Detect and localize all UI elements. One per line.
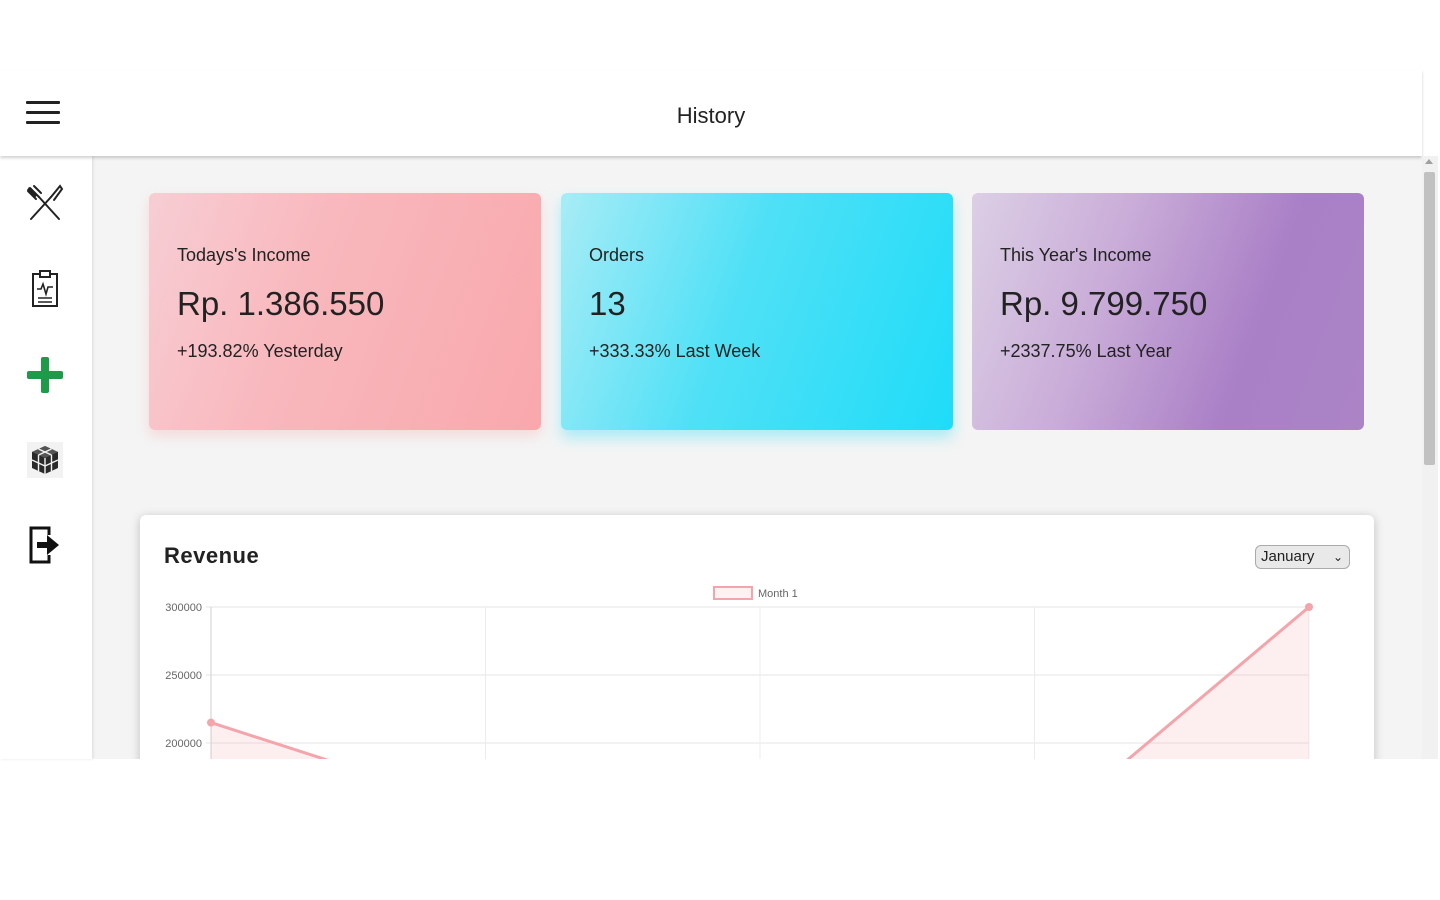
scrollbar-thumb[interactable] <box>1424 172 1435 465</box>
plus-icon[interactable] <box>24 354 66 396</box>
card-delta: +193.82% Yesterday <box>177 341 343 361</box>
boxes-icon[interactable] <box>24 439 66 481</box>
fork-knife-icon[interactable] <box>24 182 66 224</box>
logout-icon[interactable] <box>24 524 66 566</box>
card-value: Rp. 9.799.750 <box>1000 285 1208 322</box>
card-label: This Year's Income <box>1000 245 1152 265</box>
card-label: Orders <box>589 245 645 265</box>
clipboard-chart-icon[interactable] <box>24 268 66 310</box>
y-tick-label: 250000 <box>165 670 202 682</box>
yearly-income-card: This Year's Income Rp. 9.799.750 +2337.7… <box>972 193 1364 430</box>
orders-card: Orders 13 +333.33% Last Week <box>561 193 953 430</box>
sidebar <box>0 156 92 759</box>
y-tick-label: 200000 <box>165 738 202 750</box>
y-tick-label: 300000 <box>165 602 202 614</box>
data-point <box>207 718 215 727</box>
vertical-scrollbar[interactable] <box>1422 156 1438 759</box>
page-title: History <box>676 103 746 128</box>
card-value: Rp. 1.386.550 <box>177 285 385 322</box>
revenue-panel: Revenue January ⌄ 300000 250000 200000 Mont… <box>140 515 1374 759</box>
top-header: History <box>0 70 1422 156</box>
app-window: History Todays's Income Rp. 1.386.550 +1… <box>0 0 1440 900</box>
main-content: Todays's Income Rp. 1.386.550 +193.82% Y… <box>92 156 1422 759</box>
card-value: 13 <box>589 285 626 322</box>
card-delta: +2337.75% Last Year <box>1000 341 1172 361</box>
card-label: Todays's Income <box>177 245 311 265</box>
revenue-chart: 300000 250000 200000 Month 1 <box>165 586 1313 759</box>
legend-swatch <box>713 586 753 600</box>
legend-label: Month 1 <box>758 588 798 600</box>
data-point <box>1305 603 1313 611</box>
card-delta: +333.33% Last Week <box>589 341 761 361</box>
todays-income-card: Todays's Income Rp. 1.386.550 +193.82% Y… <box>149 193 541 430</box>
scroll-up-icon[interactable] <box>1425 159 1433 164</box>
